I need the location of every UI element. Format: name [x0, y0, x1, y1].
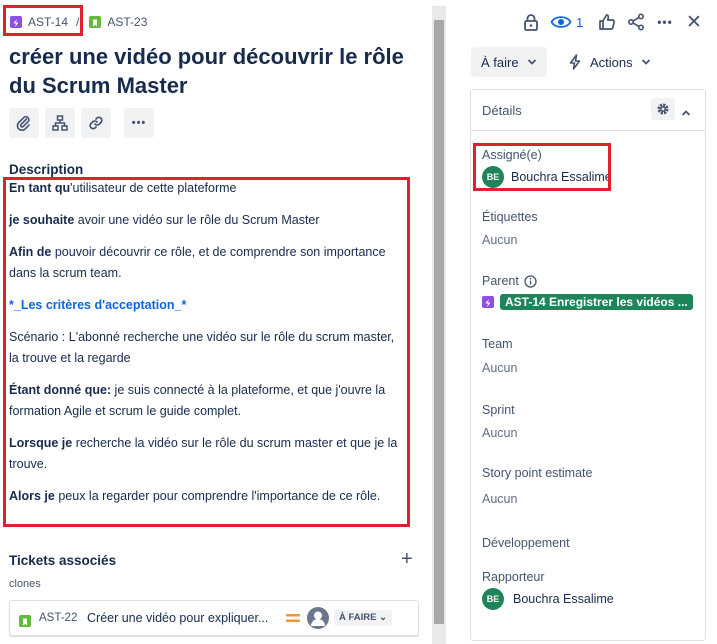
more-actions-top-button[interactable]: ••• — [654, 12, 676, 32]
story-icon — [19, 614, 31, 627]
story-point-label: Story point estimate — [482, 466, 593, 480]
lightning-icon — [569, 54, 581, 70]
development-label: Développement — [482, 536, 570, 550]
scrollbar-thumb[interactable] — [434, 20, 444, 624]
close-button[interactable]: ✕ — [684, 12, 704, 33]
reporter-field[interactable]: BE Bouchra Essalime — [482, 588, 614, 610]
link-issue-button[interactable] — [81, 108, 111, 138]
linked-issues-heading: Tickets associés — [9, 553, 117, 568]
info-icon — [524, 274, 537, 288]
assignee-avatar — [307, 607, 329, 629]
chevron-down-icon: ⌄ — [376, 612, 388, 623]
sprint-value[interactable]: Aucun — [482, 426, 517, 440]
parent-label-row: Parent — [482, 274, 537, 288]
linked-issue-status[interactable]: À FAIRE ⌄ — [334, 610, 393, 626]
actions-label: Actions — [590, 54, 633, 70]
chevron-down-icon — [527, 59, 536, 65]
linked-issue-row[interactable]: AST-22 Créer une vidéo pour expliquer...… — [9, 600, 419, 636]
attach-button[interactable] — [9, 108, 39, 138]
reporter-label: Rapporteur — [482, 570, 545, 584]
share-icon — [627, 13, 645, 31]
linked-issue-key[interactable]: AST-22 — [39, 612, 77, 624]
eye-icon — [550, 16, 572, 28]
add-linked-issue-button[interactable]: + — [401, 548, 413, 571]
sprint-label: Sprint — [482, 403, 515, 417]
link-relation-label: clones — [9, 578, 41, 590]
gear-icon — [657, 103, 669, 115]
labels-label: Étiquettes — [482, 210, 538, 224]
details-header[interactable]: Détails — [471, 90, 705, 131]
issue-title[interactable]: créer une vidéo pour découvrir le rôle d… — [9, 42, 409, 100]
actions-dropdown-button[interactable]: Actions — [560, 47, 659, 77]
team-value[interactable]: Aucun — [482, 361, 517, 375]
link-icon — [89, 116, 103, 130]
status-label: À faire — [481, 54, 519, 70]
hierarchy-icon — [52, 115, 68, 131]
paperclip-icon — [16, 115, 30, 132]
like-button[interactable] — [597, 12, 617, 32]
add-child-button[interactable] — [45, 108, 75, 138]
details-heading: Détails — [482, 103, 522, 118]
watch-button[interactable]: 1 — [550, 12, 586, 32]
scrollbar-track[interactable] — [432, 6, 446, 644]
chevron-up-icon[interactable] — [681, 104, 691, 122]
chevron-down-icon — [641, 59, 650, 65]
more-icon: ••• — [131, 117, 147, 129]
linked-issue-summary[interactable]: Créer une vidéo pour expliquer... — [87, 611, 268, 625]
configure-button[interactable] — [651, 98, 675, 120]
parent-field[interactable]: AST-14 Enregistrer les vidéos ... — [482, 294, 693, 310]
avatar: BE — [482, 588, 504, 610]
story-point-value[interactable]: Aucun — [482, 492, 517, 506]
description-highlight — [3, 177, 410, 527]
parent-lozenge[interactable]: AST-14 Enregistrer les vidéos ... — [500, 294, 693, 310]
description-heading: Description — [9, 162, 84, 177]
team-label: Team — [482, 337, 513, 351]
more-actions-button[interactable]: ••• — [124, 108, 154, 138]
epic-icon — [482, 296, 494, 308]
status-dropdown-button[interactable]: À faire — [471, 47, 547, 77]
priority-medium-icon — [286, 611, 300, 629]
labels-value[interactable]: Aucun — [482, 233, 517, 247]
assignee-highlight — [473, 143, 611, 191]
breadcrumb-issue-link[interactable]: AST-23 — [107, 15, 147, 29]
status-text: À FAIRE — [339, 612, 377, 623]
reporter-name: Bouchra Essalime — [513, 592, 614, 606]
breadcrumb-highlight — [3, 5, 83, 36]
thumbs-up-icon — [599, 14, 616, 30]
share-button[interactable] — [626, 12, 646, 32]
parent-label: Parent — [482, 274, 519, 288]
watch-count: 1 — [576, 14, 584, 30]
lock-icon — [524, 14, 538, 31]
story-icon — [89, 16, 102, 28]
restrict-button[interactable] — [522, 12, 540, 32]
